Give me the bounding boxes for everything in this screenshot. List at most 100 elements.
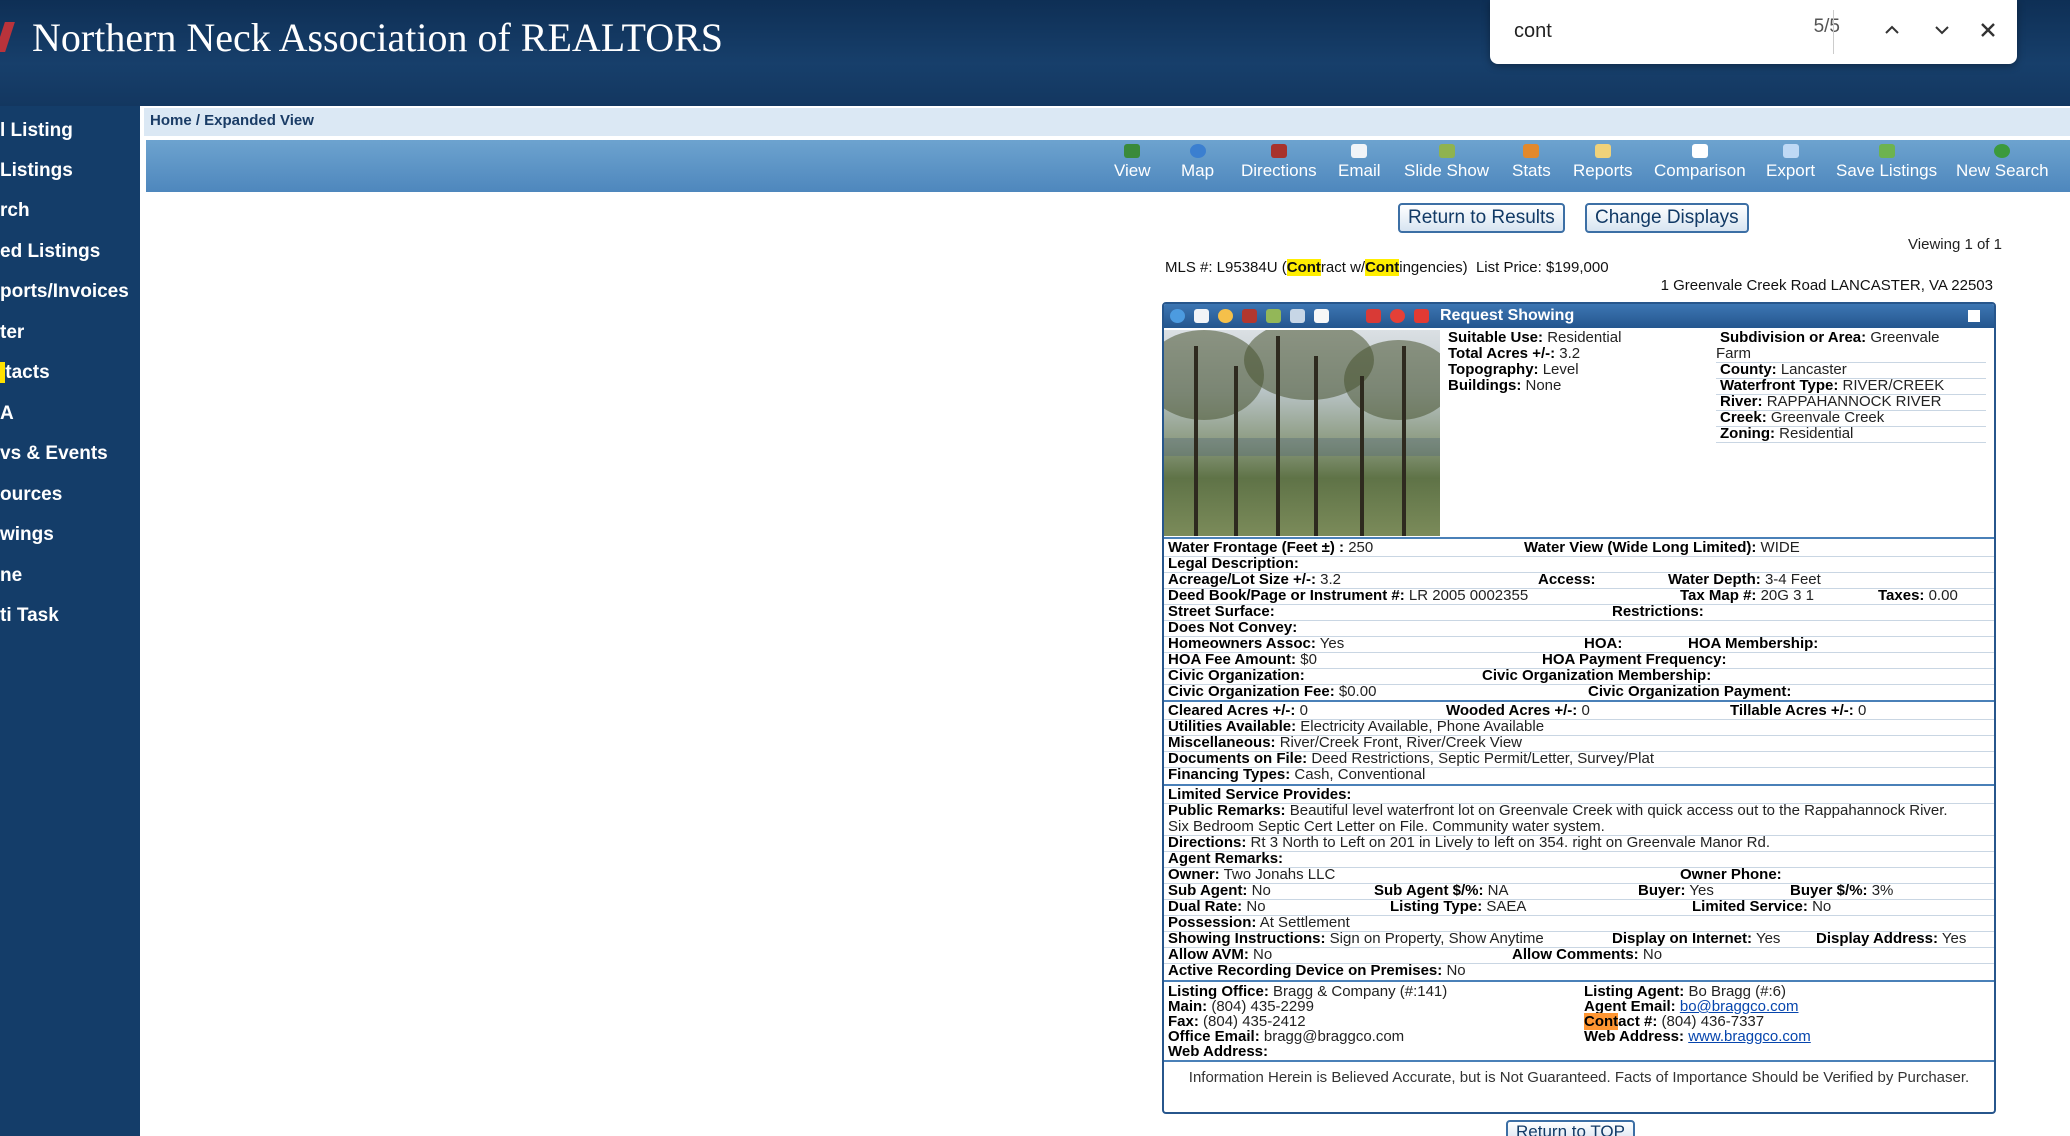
row-divider <box>1716 394 1986 395</box>
camera-icon[interactable] <box>1290 309 1305 323</box>
find-highlight: Cont <box>1286 259 1321 276</box>
nav-item-showings[interactable]: wings <box>0 524 138 546</box>
slideshow-icon <box>1438 144 1455 158</box>
row-divider <box>1164 915 1994 916</box>
nav-item-saved-listings[interactable]: ed Listings <box>0 241 138 263</box>
find-input[interactable] <box>1514 14 1784 48</box>
row-divider <box>1164 867 1994 868</box>
site-title: Northern Neck Association of REALTORS <box>32 15 724 60</box>
row-divider <box>1716 378 1986 379</box>
row-divider <box>1164 636 1994 637</box>
globe-icon <box>1189 144 1206 158</box>
field-county: County: Lancaster <box>1720 361 1847 378</box>
nav-item-contacts[interactable]: tacts <box>0 362 138 384</box>
toolbar-export[interactable]: Export <box>1766 144 1815 190</box>
row-divider <box>1164 963 1994 964</box>
save-icon <box>1878 144 1895 158</box>
field-public-remarks: Public Remarks: Beautiful level waterfro… <box>1168 802 1948 819</box>
row-divider <box>1164 751 1994 752</box>
close-find-icon[interactable] <box>1970 12 2006 48</box>
field-restrictions: Restrictions: <box>1612 603 1704 620</box>
field-civic-fee: Civic Organization Fee: $0.00 <box>1168 683 1377 700</box>
document-icon[interactable] <box>1314 309 1329 323</box>
toolbar-comparison[interactable]: Comparison <box>1654 144 1746 190</box>
pdf-icon[interactable] <box>1366 309 1381 323</box>
toolbar-map[interactable]: Map <box>1181 144 1214 190</box>
field-civic-payment: Civic Organization Payment: <box>1588 683 1792 700</box>
photo-tree <box>1234 366 1238 536</box>
field-water-view: Water View (Wide Long Limited): WIDE <box>1524 539 1800 556</box>
toolbar-reports[interactable]: Reports <box>1573 144 1633 190</box>
field-agent-remarks: Agent Remarks: <box>1168 850 1284 867</box>
nav-item-reports-invoices[interactable]: ports/Invoices <box>0 281 138 303</box>
report-icon <box>1594 144 1611 158</box>
bell-icon[interactable] <box>1414 309 1429 323</box>
photo-tree <box>1194 346 1198 536</box>
toolbar-email[interactable]: Email <box>1338 144 1381 190</box>
nav-item-listings[interactable]: Listings <box>0 160 138 182</box>
field-miscellaneous: Miscellaneous: River/Creek Front, River/… <box>1168 734 1523 751</box>
field-limited-service: Limited Service: No <box>1692 898 1832 915</box>
nav-item-resources[interactable]: ources <box>0 484 138 506</box>
alert-icon[interactable] <box>1390 309 1405 323</box>
row-divider <box>1164 767 1994 768</box>
field-possession: Possession: At Settlement <box>1168 914 1350 931</box>
field-display-internet: Display on Internet: Yes <box>1612 930 1781 947</box>
row-divider <box>1716 426 1986 427</box>
field-zoning: Zoning: Residential <box>1720 425 1854 442</box>
nav-item-multi-task[interactable]: ti Task <box>0 605 138 627</box>
field-allow-comments: Allow Comments: No <box>1512 946 1663 963</box>
listing-photo[interactable] <box>1164 330 1440 536</box>
car-icon <box>1270 144 1287 158</box>
logo-mark <box>0 22 15 52</box>
photo-tree <box>1360 376 1364 536</box>
toolbar-view[interactable]: View <box>1114 144 1151 190</box>
field-taxes: Taxes: 0.00 <box>1878 587 1958 604</box>
row-divider <box>1164 556 1994 557</box>
field-total-acres: Total Acres +/-: 3.2 <box>1448 345 1581 362</box>
return-to-results-button[interactable]: Return to Results <box>1398 203 1565 233</box>
row-divider <box>1164 947 1994 948</box>
nav-item-home[interactable]: ne <box>0 565 138 587</box>
row-divider <box>1164 883 1994 884</box>
nav-item-listing[interactable]: l Listing <box>0 120 138 142</box>
field-agent-web: Web Address: www.braggco.com <box>1584 1028 1811 1045</box>
toolbar-slide-show[interactable]: Slide Show <box>1404 144 1489 190</box>
photo-canopy <box>1344 340 1440 420</box>
field-subdivision: Subdivision or Area: Greenvale <box>1720 329 1940 346</box>
nav-item-roster[interactable]: ter <box>0 322 138 344</box>
select-checkbox[interactable] <box>1968 310 1980 322</box>
row-divider <box>1164 803 1994 804</box>
photo-tree <box>1276 336 1280 536</box>
change-displays-button[interactable]: Change Displays <box>1585 203 1749 233</box>
nav-item-search[interactable]: rch <box>0 200 138 222</box>
nav-item-a[interactable]: A <box>0 403 138 425</box>
breadcrumb[interactable]: Home / Expanded View <box>150 112 314 129</box>
stats-icon <box>1523 144 1540 158</box>
field-hoa-payment-frequency: HOA Payment Frequency: <box>1542 651 1727 668</box>
slideshow-icon[interactable] <box>1266 309 1281 323</box>
toolbar-save-listings[interactable]: Save Listings <box>1836 144 1937 190</box>
request-showing-link[interactable]: Request Showing <box>1440 307 1574 325</box>
agent-web-link[interactable]: www.braggco.com <box>1688 1028 1811 1045</box>
toolbar-new-search[interactable]: New Search <box>1956 144 2049 190</box>
return-to-top-button[interactable]: Return to TOP <box>1506 1120 1635 1136</box>
field-deed: Deed Book/Page or Instrument #: LR 2005 … <box>1168 587 1529 604</box>
envelope-icon[interactable] <box>1194 309 1209 323</box>
field-web-address: Web Address: <box>1168 1043 1269 1060</box>
breadcrumb-bar: Home / Expanded View <box>144 108 2070 136</box>
toolbar-directions[interactable]: Directions <box>1241 144 1317 190</box>
clock-icon[interactable] <box>1218 309 1233 323</box>
field-display-address: Display Address: Yes <box>1816 930 1967 947</box>
row-divider <box>1164 620 1994 621</box>
field-access: Access: <box>1538 571 1596 588</box>
nav-item-news-events[interactable]: vs & Events <box>0 443 138 465</box>
listing-address: 1 Greenvale Creek Road LANCASTER, VA 225… <box>1660 277 1993 294</box>
previous-match-icon[interactable] <box>1874 12 1910 48</box>
photo-water <box>1164 438 1440 456</box>
next-match-icon[interactable] <box>1924 12 1960 48</box>
row-divider <box>1164 835 1994 836</box>
globe-icon[interactable] <box>1170 309 1185 323</box>
car-icon[interactable] <box>1242 309 1257 323</box>
toolbar-stats[interactable]: Stats <box>1512 144 1551 190</box>
